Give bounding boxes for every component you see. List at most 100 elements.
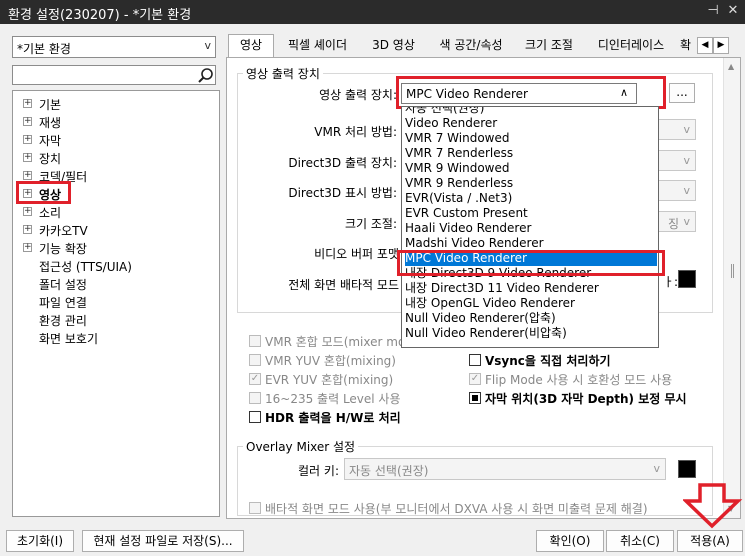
renderer-option[interactable]: VMR 9 Renderless [405, 176, 657, 191]
tree-item[interactable]: + 장치 [13, 149, 213, 167]
color-key-combobox[interactable]: 자동 선택(권장) v [344, 458, 666, 480]
search-input[interactable] [12, 65, 216, 85]
renderer-option[interactable]: 내장 Direct3D 11 Video Renderer [405, 281, 657, 296]
option-label: VMR YUV 혼합(mixing) [265, 354, 396, 368]
tree-item[interactable]: 파일 연결 [13, 293, 213, 311]
checkbox-box [249, 392, 261, 404]
close-icon[interactable]: ✕ [724, 2, 742, 20]
colon-fragment: ㅏ: [663, 275, 679, 289]
red-arrow-annotation [683, 483, 743, 529]
tab-scroll-left-icon[interactable]: ◀ [697, 37, 713, 54]
renderer-option[interactable]: EVR(Vista / .Net3) [405, 191, 657, 206]
renderer-option[interactable]: EVR Custom Present [405, 206, 657, 221]
window-title: 환경 설정(230207) - *기본 환경 [8, 8, 192, 23]
tree-item[interactable]: + 기본 [13, 95, 213, 113]
checkbox-box [249, 502, 261, 514]
renderer-option[interactable]: Madshi Video Renderer [405, 236, 657, 251]
output-row-label: VMR 처리 방법: [314, 125, 397, 139]
option-label: Flip Mode 사용 시 호환성 모드 사용 [485, 373, 673, 387]
output-row-label: 크기 조절: [344, 217, 397, 231]
tree-item[interactable]: + 재생 [13, 113, 213, 131]
tree-item[interactable]: 접근성 (TTS/UIA) [13, 257, 213, 275]
chevron-down-icon: v [683, 184, 690, 197]
tree-item-label: 기능 확장 [39, 242, 87, 256]
pin-icon[interactable]: ⊣ [704, 2, 722, 20]
search-icon[interactable] [197, 67, 214, 84]
tree-item-label: 재생 [39, 116, 62, 130]
tab[interactable]: 크기 조절 [516, 35, 582, 57]
fullscreen-color-swatch[interactable] [678, 270, 696, 288]
scrollbar[interactable]: ▲ ▼ [723, 58, 740, 518]
tab[interactable]: 픽셀 셰이더 [276, 35, 359, 57]
chevron-down-icon: v [683, 123, 690, 136]
tab-scroll-right-icon[interactable]: ▶ [713, 37, 729, 54]
tree-item[interactable]: 화면 보호기 [13, 329, 213, 347]
option-label: VMR 혼합 모드(mixer mo [265, 335, 406, 349]
tree-item[interactable]: + 소리 [13, 203, 213, 221]
expand-plus-icon[interactable]: + [23, 99, 32, 108]
output-row-label: 비디오 버퍼 포맷 [314, 247, 399, 261]
profile-value: *기본 환경 [17, 42, 71, 56]
save-to-file-button[interactable]: 현재 설정 파일로 저장(S)... [82, 530, 244, 552]
expand-plus-icon[interactable]: + [23, 207, 32, 216]
option-label: Vsync을 직접 처리하기 [485, 354, 611, 368]
chevron-down-icon: v [204, 39, 211, 52]
checkmark-icon: ✓ [469, 373, 481, 385]
tab[interactable]: 영상 [228, 34, 274, 58]
checkbox-box [249, 335, 261, 347]
tree-item-label: 폴더 설정 [39, 278, 87, 292]
checkbox-box [249, 354, 261, 366]
renderer-dropdown-list[interactable]: 자동 선택(권장) Video Renderer VMR 7 Windowed VMR… [401, 106, 659, 348]
expand-plus-icon[interactable]: + [23, 243, 32, 252]
chevron-down-icon: v [653, 462, 660, 475]
checkbox-box [469, 354, 481, 366]
output-device-label: 영상 출력 장치: [319, 88, 397, 102]
ok-button[interactable]: 확인(O) [536, 530, 604, 552]
color-key-swatch[interactable] [678, 460, 696, 478]
checkbox-box [469, 392, 481, 404]
tab[interactable]: 3D 영상 [361, 35, 426, 57]
profile-combobox[interactable]: *기본 환경 v [12, 36, 216, 58]
output-row-label: 전체 화면 배타적 모드 [288, 278, 399, 292]
renderer-option[interactable]: Haali Video Renderer [405, 221, 657, 236]
expand-plus-icon[interactable]: + [23, 153, 32, 162]
tree-item[interactable]: + 카카오TV [13, 221, 213, 239]
tree-item[interactable]: 폴더 설정 [13, 275, 213, 293]
tab[interactable]: 디인터레이스 [584, 35, 678, 57]
renderer-option[interactable]: 자동 선택(권장) [405, 107, 657, 116]
cancel-button[interactable]: 취소(C) [606, 530, 674, 552]
tree-item-label: 환경 관리 [39, 314, 87, 328]
settings-tree[interactable]: + 기본 + 재생 + 자막 + 장치 + 코덱/필터 + 영상 + 소리 + 카카오TV + 기능 확장 접근성 … [12, 90, 220, 517]
renderer-option[interactable]: VMR 7 Windowed [405, 131, 657, 146]
tree-item-label: 카카오TV [39, 224, 88, 238]
tree-item[interactable]: 환경 관리 [13, 311, 213, 329]
option-label: EVR YUV 혼합(mixing) [265, 373, 394, 387]
expand-plus-icon[interactable]: + [23, 171, 32, 180]
chevron-down-icon: v [683, 154, 690, 167]
color-key-label: 컬러 키: [298, 464, 339, 478]
tab[interactable]: 색 공간/속성 [428, 35, 514, 57]
renderer-option[interactable]: VMR 9 Windowed [405, 161, 657, 176]
tree-item-label: 소리 [39, 206, 62, 220]
renderer-option[interactable]: Null Video Renderer(비압축) [405, 326, 657, 341]
tree-item-label: 장치 [39, 152, 62, 166]
renderer-option[interactable]: Null Video Renderer(압축) [405, 311, 657, 326]
renderer-option[interactable]: Video Renderer [405, 116, 657, 131]
expand-plus-icon[interactable]: + [23, 117, 32, 126]
expand-plus-icon[interactable]: + [23, 225, 32, 234]
tree-item-label: 자막 [39, 134, 62, 148]
exclusive-mode-label: 배타적 화면 모드 사용(부 모니터에서 DXVA 사용 시 화면 미출력 문제… [265, 502, 648, 516]
apply-button[interactable]: 적용(A) [677, 530, 743, 552]
tree-item[interactable]: + 자막 [13, 131, 213, 149]
scroll-grip[interactable] [731, 264, 734, 278]
tree-item[interactable]: + 기능 확장 [13, 239, 213, 257]
reset-button[interactable]: 초기화(I) [6, 530, 74, 552]
tab[interactable]: 확 [680, 35, 696, 57]
scroll-up-icon[interactable]: ▲ [728, 62, 734, 71]
highlight-tree-video [16, 181, 71, 204]
expand-plus-icon[interactable]: + [23, 135, 32, 144]
output-device-legend: 영상 출력 장치 [243, 65, 323, 82]
browse-button[interactable]: ... [669, 83, 695, 103]
renderer-option[interactable]: 내장 OpenGL Video Renderer [405, 296, 657, 311]
renderer-option[interactable]: VMR 7 Renderless [405, 146, 657, 161]
